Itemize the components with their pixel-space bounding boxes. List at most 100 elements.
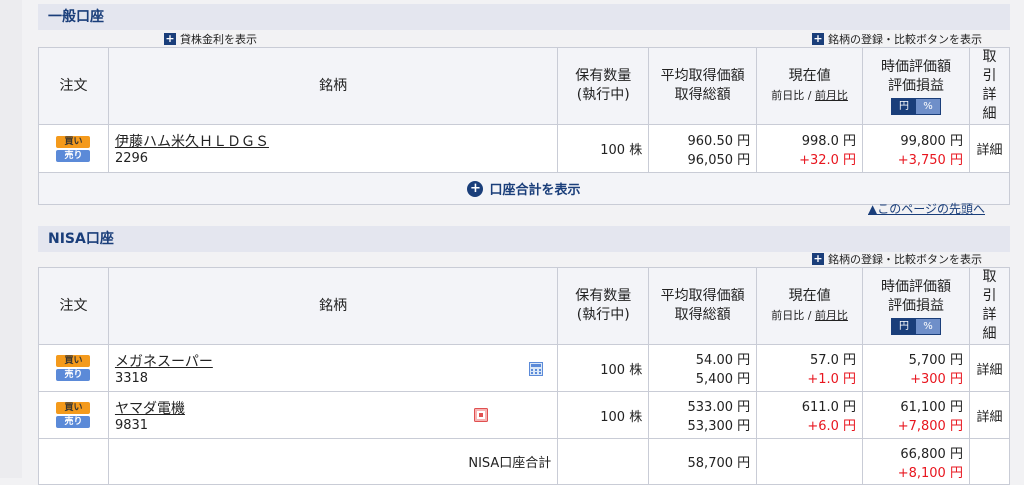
nisa-holdings-table: 注文 銘柄 保有数量 (執行中) 平均取得価額 取得総額 現在値 前日比 / 前月比 … [38,267,1011,485]
detail-link[interactable]: 詳細 [968,124,1011,173]
table-row: 買い 売り メガネスーパー 3318 100 株 54.00 円 5,400 円 … [38,344,1011,392]
nisa-total-value: 66,800 円 [900,446,963,462]
sell-button[interactable]: 売り [56,416,91,428]
page-top-link[interactable]: ▲このページの先頭へ [868,200,985,217]
detail-line1: 取引 [982,269,997,304]
current-price: 611.0 円 [801,400,857,415]
detail-link[interactable]: 詳細 [968,391,1011,439]
col-stock: 銘柄 [107,47,559,125]
qty-cell: 100 株 [557,124,650,173]
toggle-yen[interactable]: 円 [892,98,916,114]
plus-icon: + [812,252,824,265]
qty-cell: 100 株 [557,391,650,439]
plus-icon: + [812,32,824,45]
col-avg: 平均取得価額 取得総額 [648,267,758,345]
value-cell: 61,100 円 +7,800 円 [862,391,970,439]
account-total-row: + 口座合計を表示 [38,172,1010,205]
qty-line2: (執行中) [576,87,630,103]
shareholder-benefit-icon[interactable] [473,408,488,422]
col-qty: 保有数量 (執行中) [557,267,650,345]
avg-price: 960.50 円 [687,133,751,149]
nisa-show-compare-link[interactable]: + 銘柄の登録・比較ボタンを表示 [812,251,982,267]
stock-code: 2296 [114,151,149,166]
sell-button[interactable]: 売り [56,369,91,381]
val-line2: 評価損益 [888,77,944,94]
col-valuation: 時価評価額評価損益 円% [862,267,970,345]
val-line1: 時価評価額 [881,58,951,75]
order-cell: 買い 売り [38,344,109,392]
profit-loss: +7,800 円 [897,419,963,434]
col-stock: 銘柄 [107,267,559,345]
prev-day-label: 前日比 [771,89,805,102]
cur-sep: / [804,309,815,322]
col-detail: 取引 詳細 [968,47,1011,125]
val-line1: 時価評価額 [881,278,951,295]
qty-line2: (執行中) [576,307,630,323]
qty-line1: 保有数量 [575,68,632,84]
qty-cell: 100 株 [557,344,650,392]
avg-cell: 960.50 円 96,050 円 [648,124,758,173]
table-row: 買い 売り ヤマダ電機 9831 100 株 533.00 円 53,300 円 … [38,391,1011,439]
table-row: 買い 売り 伊藤ハム米久ＨＬＤＧＳ 2296 100 株 960.50 円 96,… [38,124,1011,173]
buy-button[interactable]: 買い [56,355,91,367]
general-account-title: 一般口座 [38,4,1010,30]
show-loan-rate-link[interactable]: + 貸株金利を表示 [164,31,257,47]
detail-line2: 詳細 [982,307,997,342]
detail-link[interactable]: 詳細 [968,344,1011,392]
avg-line2: 取得総額 [674,307,731,323]
price-cell: 611.0 円 +6.0 円 [756,391,864,439]
stock-code: 3318 [114,370,149,386]
market-value: 5,700 円 [908,353,963,368]
price-change: +6.0 円 [807,419,857,434]
cur-line1: 現在値 [788,288,831,304]
col-valuation: 時価評価額評価損益 円% [862,47,970,125]
avg-price: 54.00 円 [695,353,751,368]
market-value: 61,100 円 [900,400,963,415]
avg-line1: 平均取得価額 [660,68,745,84]
toggle-percent[interactable]: % [916,98,940,114]
col-detail: 取引 詳細 [968,267,1011,345]
show-loan-rate-label: 貸株金利を表示 [180,33,257,46]
current-price: 57.0 円 [809,353,857,368]
unit-toggle: 円% [891,317,941,335]
col-current: 現在値 前日比 / 前月比 [756,267,864,345]
avg-cell: 533.00 円 53,300 円 [648,391,758,439]
toggle-percent[interactable]: % [916,318,940,334]
val-line2: 評価損益 [888,297,944,314]
sell-button[interactable]: 売り [56,149,91,162]
stock-cell: メガネスーパー 3318 [107,344,559,392]
col-avg: 平均取得価額 取得総額 [648,47,758,125]
prev-month-link[interactable]: 前月比 [815,89,848,102]
show-compare-link[interactable]: + 銘柄の登録・比較ボタンを表示 [812,31,982,47]
prev-month-link[interactable]: 前月比 [815,309,848,322]
show-account-total-label: 口座合計を表示 [489,183,581,198]
detail-line2: 詳細 [982,87,997,122]
col-current: 現在値 前日比 / 前月比 [756,47,864,125]
account-total-cell: + 口座合計を表示 [38,172,1010,205]
profit-loss: +3,750 円 [897,152,963,168]
buy-button[interactable]: 買い [56,402,91,414]
price-cell: 998.0 円 +32.0 円 [756,124,864,173]
buy-button[interactable]: 買い [56,135,91,148]
stock-name-link[interactable]: 伊藤ハム米久ＨＬＤＧＳ [115,131,551,151]
total-cost: 5,400 円 [695,372,751,387]
market-value: 99,800 円 [900,133,963,149]
plus-icon: + [164,32,176,45]
stock-cell: 伊藤ハム米久ＨＬＤＧＳ 2296 [107,124,559,173]
show-account-total-button[interactable]: + 口座合計を表示 [467,179,581,198]
col-qty: 保有数量 (執行中) [557,47,650,125]
price-change: +1.0 円 [807,372,857,387]
cur-line1: 現在値 [788,68,831,84]
table-header-row: 注文 銘柄 保有数量 (執行中) 平均取得価額 取得総額 現在値 前日比 / 前月比 … [38,267,1011,345]
general-holdings-table: 注文 銘柄 保有数量 (執行中) 平均取得価額 取得総額 現在値 前日比 / 前月比 … [38,47,1011,205]
toggle-yen[interactable]: 円 [892,318,916,334]
unit-toggle: 円% [891,97,941,115]
avg-price: 533.00 円 [687,400,751,415]
stock-name-link[interactable]: メガネスーパー [115,351,551,371]
total-cost: 96,050 円 [687,152,751,168]
avg-line2: 取得総額 [674,87,731,103]
nisa-show-compare-label: 銘柄の登録・比較ボタンを表示 [828,253,982,266]
calculator-icon[interactable] [529,362,544,376]
value-cell: 99,800 円 +3,750 円 [862,124,970,173]
price-cell: 57.0 円 +1.0 円 [756,344,864,392]
